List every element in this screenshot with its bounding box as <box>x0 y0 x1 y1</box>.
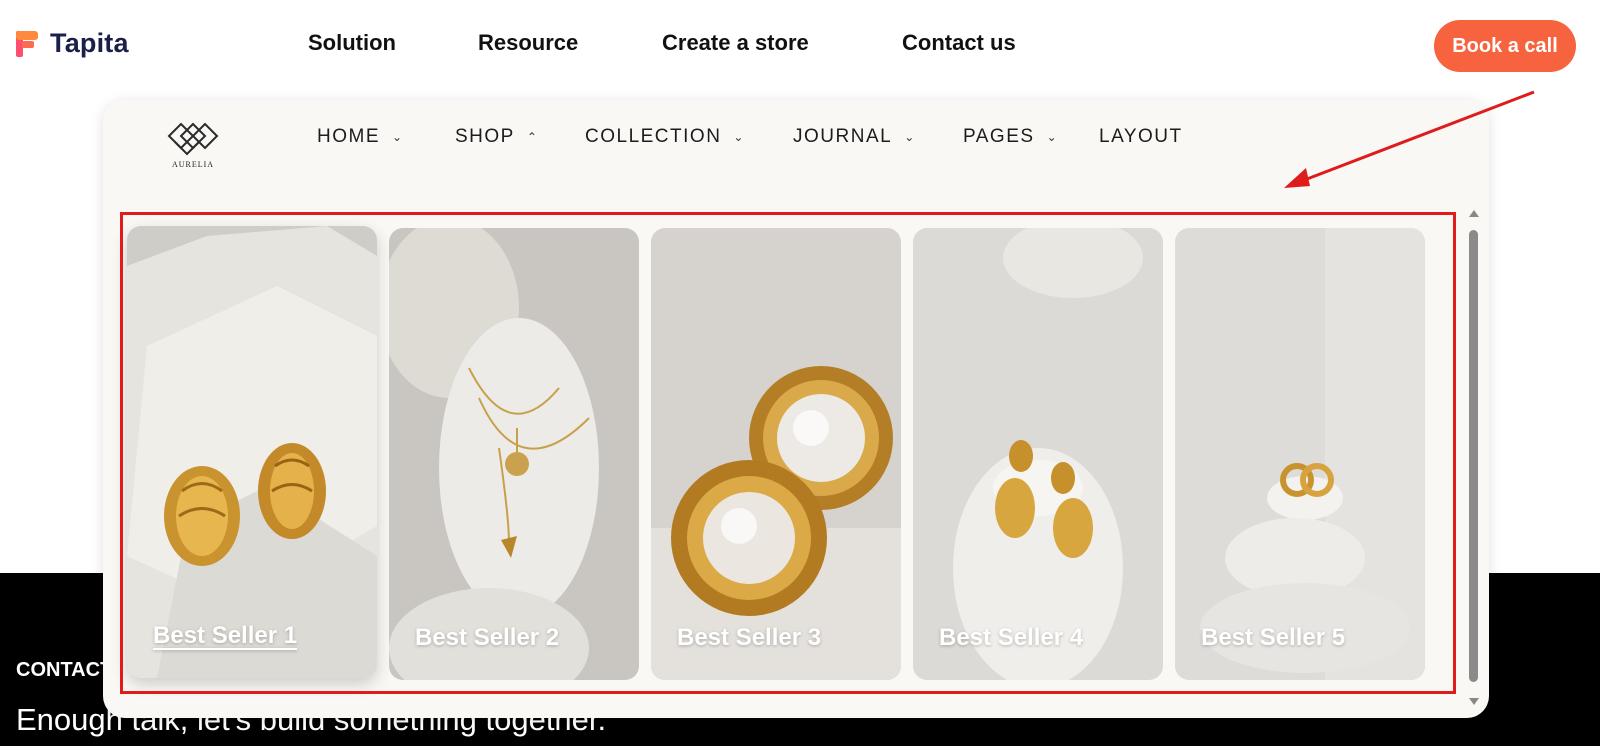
scroll-down-arrow-icon[interactable] <box>1469 698 1479 705</box>
store-nav: HOME ⌄ SHOP ⌃ COLLECTION ⌄ JOURNAL ⌄ PAG… <box>103 126 1489 152</box>
chevron-down-icon: ⌄ <box>392 130 404 144</box>
best-seller-card[interactable]: Best Seller 2 <box>389 228 639 680</box>
store-nav-home[interactable]: HOME ⌄ <box>317 126 404 148</box>
store-nav-collection[interactable]: COLLECTION ⌄ <box>585 126 745 148</box>
earrings-image <box>127 226 377 678</box>
card-label: Best Seller 5 <box>1201 624 1346 651</box>
chevron-down-icon: ⌄ <box>733 130 745 144</box>
store-nav-label: PAGES <box>963 126 1035 147</box>
scrollbar[interactable] <box>1467 210 1481 710</box>
book-a-call-button[interactable]: Book a call <box>1434 20 1576 72</box>
best-seller-card[interactable]: Best Seller 1 <box>127 226 377 678</box>
card-label: Best Seller 3 <box>677 624 822 651</box>
card-label: Best Seller 1 <box>153 622 298 649</box>
chevron-down-icon: ⌄ <box>1046 130 1059 144</box>
chevron-down-icon: ⌄ <box>904 130 916 144</box>
store-logo-text: AURELIA <box>171 160 215 169</box>
best-seller-card[interactable]: Best Seller 5 <box>1175 228 1425 680</box>
nav-create-store[interactable]: Create a store <box>662 30 809 56</box>
store-nav-journal[interactable]: JOURNAL ⌄ <box>793 126 916 148</box>
store-nav-label: COLLECTION <box>585 126 722 147</box>
store-nav-label: HOME <box>317 126 380 147</box>
top-bar: Tapita Solution Resource Create a store … <box>0 0 1600 92</box>
nav-resource[interactable]: Resource <box>478 30 578 56</box>
footer-contact-heading: CONTACT <box>16 659 113 681</box>
store-preview-panel: AURELIA HOME ⌄ SHOP ⌃ COLLECTION ⌄ JOURN… <box>103 100 1489 718</box>
nav-solution[interactable]: Solution <box>308 30 396 56</box>
best-seller-card[interactable]: Best Seller 3 <box>651 228 901 680</box>
card-label: Best Seller 2 <box>415 624 560 651</box>
store-nav-layout[interactable]: LAYOUT <box>1099 126 1183 148</box>
ring-image <box>1175 228 1425 680</box>
scrollbar-thumb[interactable] <box>1469 230 1478 682</box>
necklace-image <box>389 228 639 680</box>
pearl-earrings-image <box>651 228 901 680</box>
store-nav-label: JOURNAL <box>793 126 893 147</box>
drop-earrings-image <box>913 228 1163 680</box>
store-nav-label: SHOP <box>455 126 515 147</box>
scroll-up-arrow-icon[interactable] <box>1469 210 1479 217</box>
best-seller-card[interactable]: Best Seller 4 <box>913 228 1163 680</box>
store-nav-shop[interactable]: SHOP ⌃ <box>455 126 538 148</box>
mega-menu-cards: Best Seller 1 Best Seller 2 Best Seller … <box>127 226 1427 680</box>
nav-contact-us[interactable]: Contact us <box>902 30 1016 56</box>
store-nav-label: LAYOUT <box>1099 126 1183 147</box>
card-label: Best Seller 4 <box>939 624 1084 651</box>
main-nav: Solution Resource Create a store Contact… <box>0 30 1600 62</box>
store-nav-pages[interactable]: PAGES ⌄ <box>963 126 1058 148</box>
chevron-up-icon: ⌃ <box>526 130 539 144</box>
